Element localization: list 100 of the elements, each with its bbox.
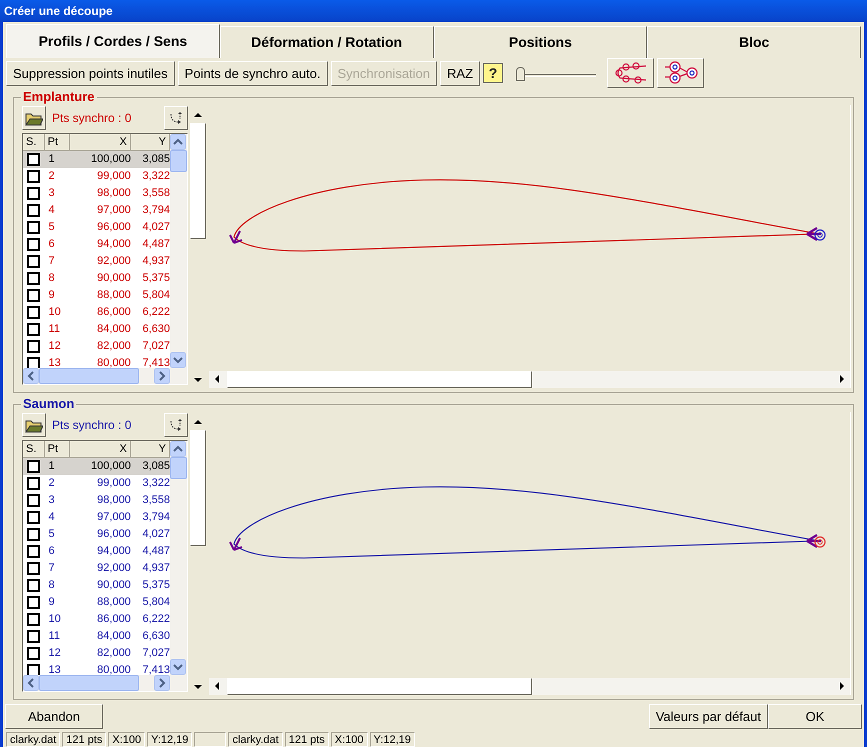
table-cell-text: 82,000 — [96, 339, 131, 354]
checkbox[interactable] — [27, 647, 40, 660]
tab[interactable]: Déformation / Rotation — [220, 26, 434, 58]
table-row[interactable]: 13 80,000 7,413 — [23, 662, 170, 675]
table-cell-text: 6,630 — [141, 629, 170, 644]
panel-title: Emplanture — [21, 89, 97, 104]
vertical-scrollbar[interactable] — [170, 441, 187, 675]
table-row[interactable]: 5 96,000 4,027 — [23, 526, 170, 543]
horizontal-scrollbar[interactable] — [209, 678, 850, 695]
open-file-button[interactable] — [22, 106, 46, 130]
checkbox[interactable] — [27, 187, 40, 200]
tab[interactable]: Profils / Cordes / Sens — [6, 24, 220, 58]
checkbox[interactable] — [27, 306, 40, 319]
column-header[interactable]: S. — [23, 134, 45, 151]
table-row[interactable]: 1 100,000 3,085 — [23, 151, 170, 168]
table-row[interactable]: 3 98,000 3,558 — [23, 492, 170, 509]
table-row[interactable]: 9 88,000 5,804 — [23, 594, 170, 611]
table-row[interactable]: 11 84,000 6,630 — [23, 628, 170, 645]
cancel-button[interactable]: Abandon — [5, 704, 103, 729]
swap-direction-button[interactable] — [164, 413, 188, 437]
status-points: 121 pts — [284, 732, 329, 747]
checkbox[interactable] — [27, 238, 40, 251]
checkbox[interactable] — [27, 460, 40, 473]
table-row[interactable]: 5 96,000 4,027 — [23, 219, 170, 236]
column-header[interactable]: Y — [130, 134, 170, 151]
table-row[interactable]: 2 99,000 3,322 — [23, 475, 170, 492]
checkbox[interactable] — [27, 340, 40, 353]
table-row[interactable]: 13 80,000 7,413 — [23, 355, 170, 368]
checkbox[interactable] — [27, 528, 40, 541]
table-row[interactable]: 11 84,000 6,630 — [23, 321, 170, 338]
checkbox[interactable] — [27, 596, 40, 609]
horizontal-scrollbar[interactable] — [23, 675, 187, 691]
checkbox[interactable] — [27, 272, 40, 285]
checkbox[interactable] — [27, 545, 40, 558]
vertical-scrollbar[interactable] — [170, 134, 187, 368]
checkbox[interactable] — [27, 613, 40, 626]
checkbox[interactable] — [27, 562, 40, 575]
table-cell-text: 4,027 — [141, 527, 170, 542]
ok-button[interactable]: OK — [768, 704, 862, 729]
checkbox[interactable] — [27, 477, 40, 490]
table-row[interactable]: 10 86,000 6,222 — [23, 611, 170, 628]
checkbox[interactable] — [27, 204, 40, 217]
scroll-thumb[interactable] — [39, 368, 139, 384]
checkbox[interactable] — [27, 664, 40, 675]
status-y: Y:12,19 — [370, 732, 415, 747]
table-cell-text: 7 — [48, 254, 56, 269]
column-header[interactable]: Pt — [44, 134, 70, 151]
checkbox[interactable] — [27, 511, 40, 524]
numbered-nodes-button[interactable] — [657, 58, 704, 88]
checkbox[interactable] — [27, 357, 40, 368]
scroll-thumb[interactable] — [170, 457, 187, 479]
table-cell-text: 86,000 — [96, 612, 131, 627]
table-row[interactable]: 9 88,000 5,804 — [23, 287, 170, 304]
scroll-thumb[interactable] — [39, 675, 139, 691]
scroll-thumb[interactable] — [170, 150, 187, 172]
tab[interactable]: Bloc — [647, 26, 861, 58]
table-cell-text: 3,558 — [141, 493, 170, 508]
checkbox[interactable] — [27, 289, 40, 302]
table-row[interactable]: 7 92,000 4,937 — [23, 560, 170, 577]
checkbox[interactable] — [27, 579, 40, 592]
table-row[interactable]: 8 90,000 5,375 — [23, 270, 170, 287]
defaults-button[interactable]: Valeurs par défaut — [648, 704, 768, 729]
checkbox[interactable] — [27, 153, 40, 166]
table-row[interactable]: 6 94,000 4,487 — [23, 236, 170, 253]
column-header[interactable]: Y — [130, 441, 170, 458]
table-cell-text: 3,794 — [141, 203, 170, 218]
swap-direction-button[interactable] — [164, 106, 188, 130]
toolbar-button[interactable]: Suppression points inutiles — [6, 60, 175, 86]
checkbox[interactable] — [27, 323, 40, 336]
table-row[interactable]: 12 82,000 7,027 — [23, 338, 170, 355]
toolbar-button[interactable]: RAZ — [440, 60, 480, 86]
horizontal-scrollbar[interactable] — [23, 368, 187, 384]
table-row[interactable]: 1 100,000 3,085 — [23, 458, 170, 475]
column-header[interactable]: S. — [23, 441, 45, 458]
table-row[interactable]: 8 90,000 5,375 — [23, 577, 170, 594]
table-cell-text: 3,085 — [141, 459, 170, 474]
status-file: clarky.dat — [6, 732, 60, 747]
help-button[interactable]: ? — [483, 63, 504, 83]
checkbox[interactable] — [27, 630, 40, 643]
slider-thumb[interactable] — [516, 67, 526, 81]
checkbox[interactable] — [27, 221, 40, 234]
table-row[interactable]: 3 98,000 3,558 — [23, 185, 170, 202]
column-header[interactable]: X — [70, 134, 131, 151]
table-row[interactable]: 12 82,000 7,027 — [23, 645, 170, 662]
table-row[interactable]: 10 86,000 6,222 — [23, 304, 170, 321]
table-row[interactable]: 4 97,000 3,794 — [23, 509, 170, 526]
column-header[interactable]: X — [70, 441, 131, 458]
tab[interactable]: Positions — [434, 26, 648, 58]
open-file-button[interactable] — [22, 413, 46, 437]
toolbar-button[interactable]: Points de synchro auto. — [178, 60, 328, 86]
curve-points-button[interactable] — [607, 58, 654, 88]
column-header[interactable]: Pt — [44, 441, 70, 458]
table-row[interactable]: 6 94,000 4,487 — [23, 543, 170, 560]
table-row[interactable]: 4 97,000 3,794 — [23, 202, 170, 219]
table-row[interactable]: 2 99,000 3,322 — [23, 168, 170, 185]
checkbox[interactable] — [27, 170, 40, 183]
table-row[interactable]: 7 92,000 4,937 — [23, 253, 170, 270]
horizontal-scrollbar[interactable] — [209, 371, 850, 388]
checkbox[interactable] — [27, 255, 40, 268]
checkbox[interactable] — [27, 494, 40, 507]
